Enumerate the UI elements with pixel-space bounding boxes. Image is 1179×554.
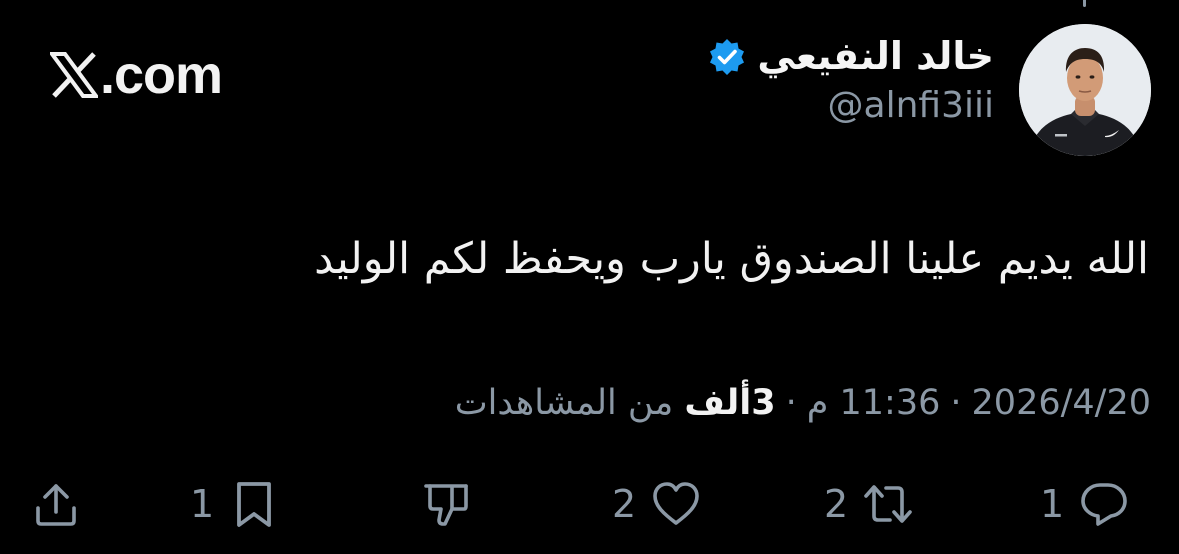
share-button[interactable]	[30, 478, 82, 530]
site-watermark: .com	[50, 40, 223, 110]
reply-button[interactable]: 1	[1040, 478, 1130, 530]
like-count: 2	[612, 482, 637, 526]
dislike-icon	[424, 484, 468, 526]
site-name: .com	[100, 45, 223, 105]
like-button[interactable]: 2	[612, 478, 702, 530]
repost-icon	[864, 485, 912, 523]
reply-icon	[1081, 483, 1127, 526]
verified-badge-icon	[710, 38, 745, 75]
heart-icon	[653, 482, 699, 525]
avatar-photo	[1019, 24, 1151, 156]
tweet-time[interactable]: 11:36 م	[807, 383, 941, 423]
action-bar: 1 2 2 1	[0, 470, 1179, 550]
reply-count: 1	[1040, 482, 1065, 526]
bookmark-count: 1	[190, 482, 215, 526]
views-number: 3ألف	[684, 383, 776, 423]
meta-separator: ·	[785, 383, 797, 423]
author-name-row[interactable]: خالد النفيعي	[707, 34, 994, 80]
views-label: من المشاهدات	[454, 383, 674, 423]
share-icon	[36, 484, 76, 526]
tweet-meta: 3ألف من المشاهدات · 11:36 م · 2026/4/20	[455, 383, 1151, 423]
tweet-text: الله يديم علينا الصندوق يارب ويحفظ لكم ا…	[314, 234, 1149, 284]
x-logo-icon	[50, 52, 98, 98]
bookmark-icon	[237, 482, 272, 527]
top-scroll-indicator	[1083, 0, 1086, 7]
tweet-date[interactable]: 2026/4/20	[972, 383, 1151, 423]
avatar[interactable]	[1019, 24, 1151, 156]
dislike-button[interactable]	[420, 478, 472, 530]
repost-button[interactable]: 2	[824, 478, 914, 530]
author-block: خالد النفيعي @alnfi3iii	[707, 34, 994, 125]
views-count[interactable]: 3ألف من المشاهدات	[455, 383, 776, 423]
author-display-name[interactable]: خالد النفيعي	[757, 34, 994, 80]
bookmark-button[interactable]: 1	[190, 478, 280, 530]
repost-count: 2	[824, 482, 849, 526]
author-handle[interactable]: @alnfi3iii	[707, 85, 994, 126]
meta-separator: ·	[950, 383, 962, 423]
